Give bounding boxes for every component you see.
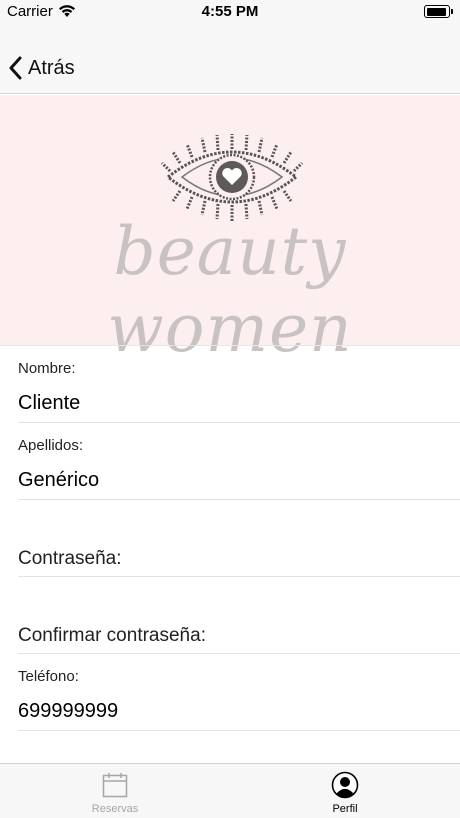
- profile-form: Nombre: Cliente Apellidos: Genérico Cont…: [0, 345, 460, 731]
- brand-banner: beauty women: [0, 95, 460, 367]
- calendar-icon: [102, 773, 128, 798]
- profile-screen: Carrier 4:55 PM Atrás beauty women Nombr…: [0, 0, 460, 818]
- nombre-label: Nombre:: [18, 360, 76, 377]
- nombre-field[interactable]: Nombre: Cliente: [18, 346, 460, 423]
- tab-bar: Reservas Perfil: [0, 763, 460, 818]
- status-time: 4:55 PM: [201, 3, 259, 20]
- apellidos-label: Apellidos:: [18, 437, 84, 454]
- telefono-label: Teléfono:: [18, 668, 79, 685]
- telefono-field[interactable]: Teléfono: 699999999: [18, 654, 460, 731]
- back-button[interactable]: Atrás: [8, 54, 75, 82]
- apellidos-input[interactable]: Genérico: [18, 469, 99, 492]
- tab-reservas[interactable]: Reservas: [0, 764, 230, 818]
- tab-perfil[interactable]: Perfil: [230, 764, 460, 818]
- telefono-input[interactable]: 699999999: [18, 700, 118, 723]
- battery-icon: [424, 5, 453, 18]
- battery-level-fill: [426, 7, 447, 16]
- nombre-input[interactable]: Cliente: [18, 392, 80, 415]
- chevron-left-icon: [9, 56, 22, 80]
- tab-reservas-label: Reservas: [91, 803, 139, 815]
- status-bar: Carrier 4:55 PM: [0, 0, 460, 24]
- confirmar-contrasena-input[interactable]: Confirmar contraseña:: [18, 625, 206, 647]
- eye-logo-icon: [160, 134, 304, 221]
- contrasena-field[interactable]: Contraseña:: [18, 500, 460, 577]
- apellidos-field[interactable]: Apellidos: Genérico: [18, 423, 460, 500]
- navigation-bar: Atrás: [0, 24, 460, 94]
- tab-perfil-label: Perfil: [332, 803, 358, 815]
- confirmar-contrasena-field[interactable]: Confirmar contraseña:: [18, 577, 460, 654]
- brand-wordmark: beauty women: [107, 213, 353, 367]
- profile-icon: [331, 771, 359, 799]
- contrasena-input[interactable]: Contraseña:: [18, 548, 122, 570]
- back-button-label: Atrás: [28, 56, 75, 79]
